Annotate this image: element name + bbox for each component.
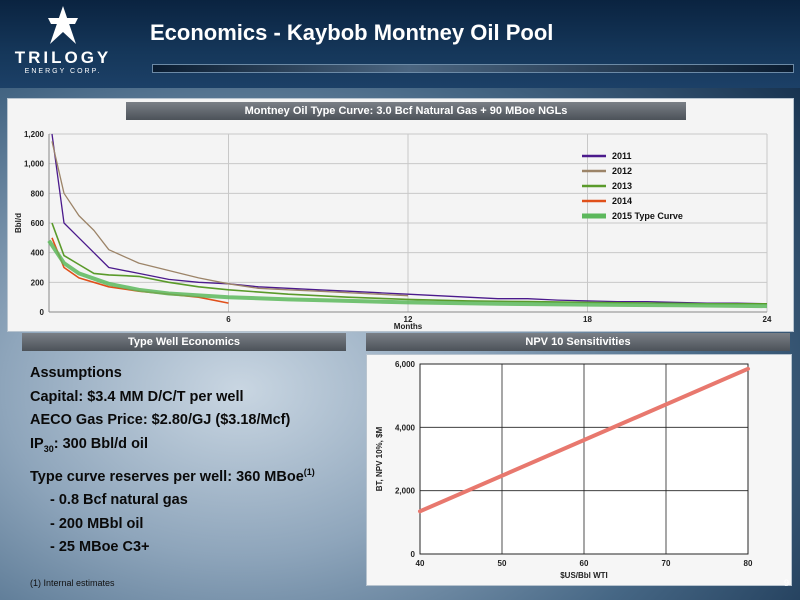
x-axis-label: $US/Bbl WTI xyxy=(560,571,608,580)
x-tick-label: 24 xyxy=(763,315,772,324)
y-axis-label: Bbl/d xyxy=(14,213,23,233)
type-curve-header: Montney Oil Type Curve: 3.0 Bcf Natural … xyxy=(126,102,686,120)
capital-line: Capital: $3.4 MM D/C/T per well xyxy=(30,388,244,405)
series-line-2012 xyxy=(51,141,409,297)
legend-label: 2013 xyxy=(612,181,632,191)
logo-subtitle: ENERGY CORP. xyxy=(24,68,102,75)
ip-subscript: 30 xyxy=(43,443,54,454)
y-tick-label: 1,200 xyxy=(24,130,45,139)
title-divider xyxy=(152,64,794,73)
legend-label: 2015 Type Curve xyxy=(612,211,683,221)
y-tick-label: 200 xyxy=(31,278,45,287)
bullet-oil: - 200 MBbl oil xyxy=(50,515,144,532)
legend-label: 2011 xyxy=(612,151,632,161)
reserves-line: Type curve reserves per well: 360 MBoe(1… xyxy=(30,461,315,489)
reserves-text: Type curve reserves per well: 360 MBoe xyxy=(30,468,304,485)
type-curve-chart: 02004006008001,0001,2006 12 18 24MonthsBbl/… xyxy=(14,130,772,331)
y-tick-label: 2,000 xyxy=(395,487,416,496)
series-line-2014 xyxy=(51,237,229,304)
x-tick-label: 40 xyxy=(416,559,425,568)
x-tick-label: 70 xyxy=(662,559,671,568)
bullet-c3: - 25 MBoe C3+ xyxy=(50,539,150,556)
footnote: (1) Internal estimates xyxy=(30,578,115,588)
slide-header: TRILOGY ENERGY CORP. Economics - Kaybob … xyxy=(0,0,800,88)
y-tick-label: 0 xyxy=(40,308,45,317)
x-axis-label: Months xyxy=(394,322,423,331)
page-number: 9 xyxy=(784,578,790,588)
legend-label: 2012 xyxy=(612,166,632,176)
npv-sensitivities-header: NPV 10 Sensitivities xyxy=(366,333,790,351)
y-tick-label: 400 xyxy=(31,249,45,258)
x-tick-label: 60 xyxy=(580,559,589,568)
bullet-gas: - 0.8 Bcf natural gas xyxy=(50,492,188,509)
y-tick-label: 6,000 xyxy=(395,360,416,369)
ip-prefix: IP xyxy=(30,435,44,452)
ip-value: : 300 Bbl/d oil xyxy=(53,435,148,452)
npv-chart: 40 50 60 70 80 0 2,000 4,000 6,000 $US/Bbl WTI BT,… xyxy=(375,360,753,580)
x-tick-label: 18 xyxy=(583,315,592,324)
page-title: Economics - Kaybob Montney Oil Pool xyxy=(150,20,554,45)
logo-mark-icon xyxy=(48,6,78,44)
x-tick-label: 6 xyxy=(226,315,231,324)
reserves-footnote-ref: (1) xyxy=(303,466,315,477)
assumptions-list: Assumptions Capital: $3.4 MM D/C/T per w… xyxy=(30,362,315,560)
y-tick-label: 600 xyxy=(31,219,45,228)
legend-label: 2014 xyxy=(612,196,632,206)
company-logo: TRILOGY ENERGY CORP. xyxy=(8,4,118,84)
aeco-line: AECO Gas Price: $2.80/GJ ($3.18/Mcf) xyxy=(30,412,291,428)
x-tick-label: 80 xyxy=(744,559,753,568)
y-tick-label: 1,000 xyxy=(24,160,45,169)
type-well-economics-header: Type Well Economics xyxy=(22,333,346,351)
assumptions-heading: Assumptions xyxy=(30,365,122,381)
logo-wordmark: TRILOGY xyxy=(14,48,112,67)
ip30-line: IP30: 300 Bbl/d oil xyxy=(30,433,315,461)
y-axis-label: BT, NPV 10%, $M xyxy=(375,426,384,491)
x-tick-label: 50 xyxy=(498,559,507,568)
y-tick-label: 4,000 xyxy=(395,423,416,432)
y-tick-label: 0 xyxy=(411,550,416,559)
y-tick-label: 800 xyxy=(31,189,45,198)
